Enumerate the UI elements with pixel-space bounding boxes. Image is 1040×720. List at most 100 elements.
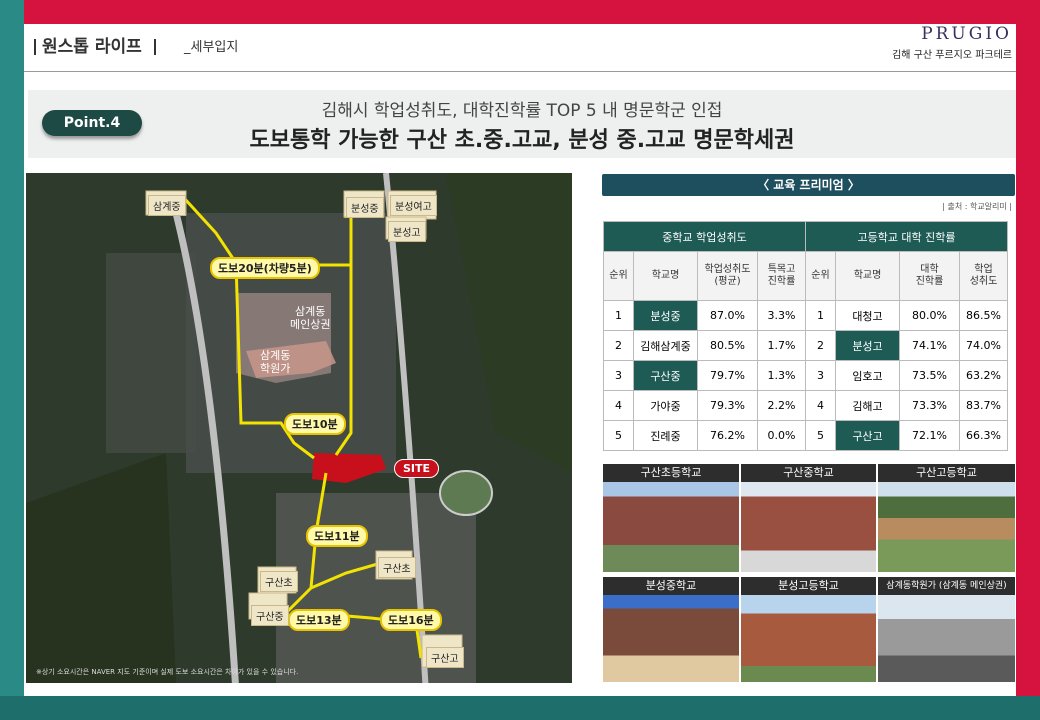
- table-cell: 80.5%: [697, 330, 758, 361]
- area-label-main-commercial: 삼계동 메인상권: [290, 305, 331, 331]
- table-cell: 2.2%: [757, 390, 806, 421]
- table-cell: 0.0%: [757, 420, 806, 451]
- school-ranking-table: 중학교 학업성취도 고등학교 대학 진학률 순위 학교명 학업성취도 (평균) …: [603, 221, 1008, 451]
- photo-caption: 분성중학교: [603, 577, 739, 595]
- table-cell: 1: [603, 300, 634, 331]
- school-label: 분성고: [388, 221, 426, 242]
- table-cell: 63.2%: [959, 360, 1008, 391]
- table-cell: 3.3%: [757, 300, 806, 331]
- table-cell: 가야중: [633, 390, 698, 421]
- divider: [34, 39, 36, 55]
- frame-corner: [1016, 0, 1040, 24]
- area-label-academy: 삼계동 학원가: [260, 349, 291, 375]
- table-cell: 79.3%: [697, 390, 758, 421]
- table-body: 1 분성중 87.0% 3.3% 1 대청고 80.0% 86.5% 2 김해삼계중 80.5% 1.…: [603, 300, 1008, 451]
- school-label: 삼계중: [148, 195, 186, 216]
- frame-top-border: [0, 0, 1040, 24]
- table-cell: 83.7%: [959, 390, 1008, 421]
- table-cell: 분성중: [633, 300, 698, 331]
- photo-bunseong-middle: 분성중학교: [603, 577, 739, 682]
- col-header: 학업 성취도: [959, 251, 1008, 301]
- frame-corner: [1016, 696, 1040, 720]
- table-cell: 3: [603, 360, 634, 391]
- frame-right-border: [1016, 0, 1040, 720]
- table-cell: 4: [805, 390, 836, 421]
- table-cell: 2: [805, 330, 836, 361]
- table-column-header: 순위 학교명 학업성취도 (평균) 특목고 진학률 순위 학교명 대학 진학률 …: [603, 251, 1008, 301]
- photo-gusan-middle: 구산중학교: [741, 464, 876, 572]
- table-cell: 진례중: [633, 420, 698, 451]
- table-cell: 79.7%: [697, 360, 758, 391]
- middle-school-group: 중학교 학업성취도: [603, 221, 806, 252]
- table-cell: 87.0%: [697, 300, 758, 331]
- page-title-text: 원스톱 라이프: [42, 37, 142, 57]
- table-cell: 86.5%: [959, 300, 1008, 331]
- route-label: 도보16분: [380, 609, 442, 631]
- col-header: 순위: [805, 251, 836, 301]
- table-cell: 76.2%: [697, 420, 758, 451]
- table-cell: 1.3%: [757, 360, 806, 391]
- table-cell: 4: [603, 390, 634, 421]
- brand-block: PRUGIO 김해 구산 푸르지오 파크테르: [892, 24, 1012, 61]
- table-cell: 분성고: [835, 330, 900, 361]
- school-label: 구산초: [378, 557, 416, 578]
- school-label: 분성여고: [390, 195, 437, 216]
- photo-bunseong-high: 분성고등학교: [741, 577, 876, 682]
- table-row: 3 구산중 79.7% 1.3% 3 임호고 73.5% 63.2%: [603, 360, 1008, 391]
- school-label: 구산중: [251, 605, 289, 626]
- table-cell: 구산중: [633, 360, 698, 391]
- school-label: 분성중: [346, 197, 384, 218]
- photo-caption: 구산초등학교: [603, 464, 739, 482]
- table-cell: 73.5%: [899, 360, 960, 391]
- table-cell: 1: [805, 300, 836, 331]
- table-row: 2 김해삼계중 80.5% 1.7% 2 분성고 74.1% 74.0%: [603, 330, 1008, 361]
- school-label: 구산초: [260, 571, 298, 592]
- table-cell: 72.1%: [899, 420, 960, 451]
- table-cell: 66.3%: [959, 420, 1008, 451]
- route-label: 도보11분: [306, 525, 368, 547]
- table-cell: 김해고: [835, 390, 900, 421]
- photo-caption: 분성고등학교: [741, 577, 876, 595]
- divider: [153, 39, 156, 55]
- banner-subtitle: 김해시 학업성취도, 대학진학률 TOP 5 내 명문학군 인접: [321, 101, 723, 121]
- frame-bottom-border: [0, 696, 1040, 720]
- table-cell: 5: [603, 420, 634, 451]
- brand-logo: PRUGIO: [921, 24, 1012, 44]
- site-marker: SITE: [394, 459, 440, 478]
- table-cell: 1.7%: [757, 330, 806, 361]
- school-label: 구산고: [426, 647, 464, 668]
- photo-gusan-elementary: 구산초등학교: [603, 464, 739, 572]
- route-label: 도보20분(차량5분): [210, 257, 320, 279]
- brand-name: 김해 구산 푸르지오 파크테르: [892, 50, 1012, 61]
- source-note: | 출처 : 학교알리미 |: [942, 202, 1012, 211]
- page-title: 원스톱 라이프: [28, 32, 162, 57]
- table-row: 1 분성중 87.0% 3.3% 1 대청고 80.0% 86.5%: [603, 300, 1008, 331]
- table-row: 4 가야중 79.3% 2.2% 4 김해고 73.3% 83.7%: [603, 390, 1008, 421]
- table-cell: 74.0%: [959, 330, 1008, 361]
- table-cell: 임호고: [835, 360, 900, 391]
- table-cell: 73.3%: [899, 390, 960, 421]
- table-cell: 대청고: [835, 300, 900, 331]
- page-subtitle: _세부입지: [184, 40, 239, 55]
- photo-gusan-high: 구산고등학교: [878, 464, 1015, 572]
- location-map: 도보20분(차량5분) 도보10분 도보11분 도보13분 도보16분 삼계중 …: [26, 173, 572, 683]
- col-header: 학교명: [633, 251, 698, 301]
- education-premium-header: 〈 교육 프리미엄 〉: [602, 174, 1015, 196]
- col-header: 순위: [603, 251, 634, 301]
- table-cell: 2: [603, 330, 634, 361]
- table-cell: 80.0%: [899, 300, 960, 331]
- col-header: 학교명: [835, 251, 900, 301]
- frame-corner: [0, 0, 24, 24]
- high-school-group: 고등학교 대학 진학률: [805, 221, 1008, 252]
- table-cell: 74.1%: [899, 330, 960, 361]
- photo-samgye-academy-street: 삼계동학원가 (삼계동 메인상권): [878, 577, 1015, 682]
- col-header: 특목고 진학률: [757, 251, 806, 301]
- photo-caption: 구산고등학교: [878, 464, 1015, 482]
- table-row: 5 진례중 76.2% 0.0% 5 구산고 72.1% 66.3%: [603, 420, 1008, 451]
- photo-caption: 삼계동학원가 (삼계동 메인상권): [878, 577, 1015, 595]
- table-cell: 김해삼계중: [633, 330, 698, 361]
- table-cell: 구산고: [835, 420, 900, 451]
- route-label: 도보13분: [288, 609, 350, 631]
- table-group-header: 중학교 학업성취도 고등학교 대학 진학률: [603, 221, 1008, 252]
- header-divider: [24, 71, 1016, 72]
